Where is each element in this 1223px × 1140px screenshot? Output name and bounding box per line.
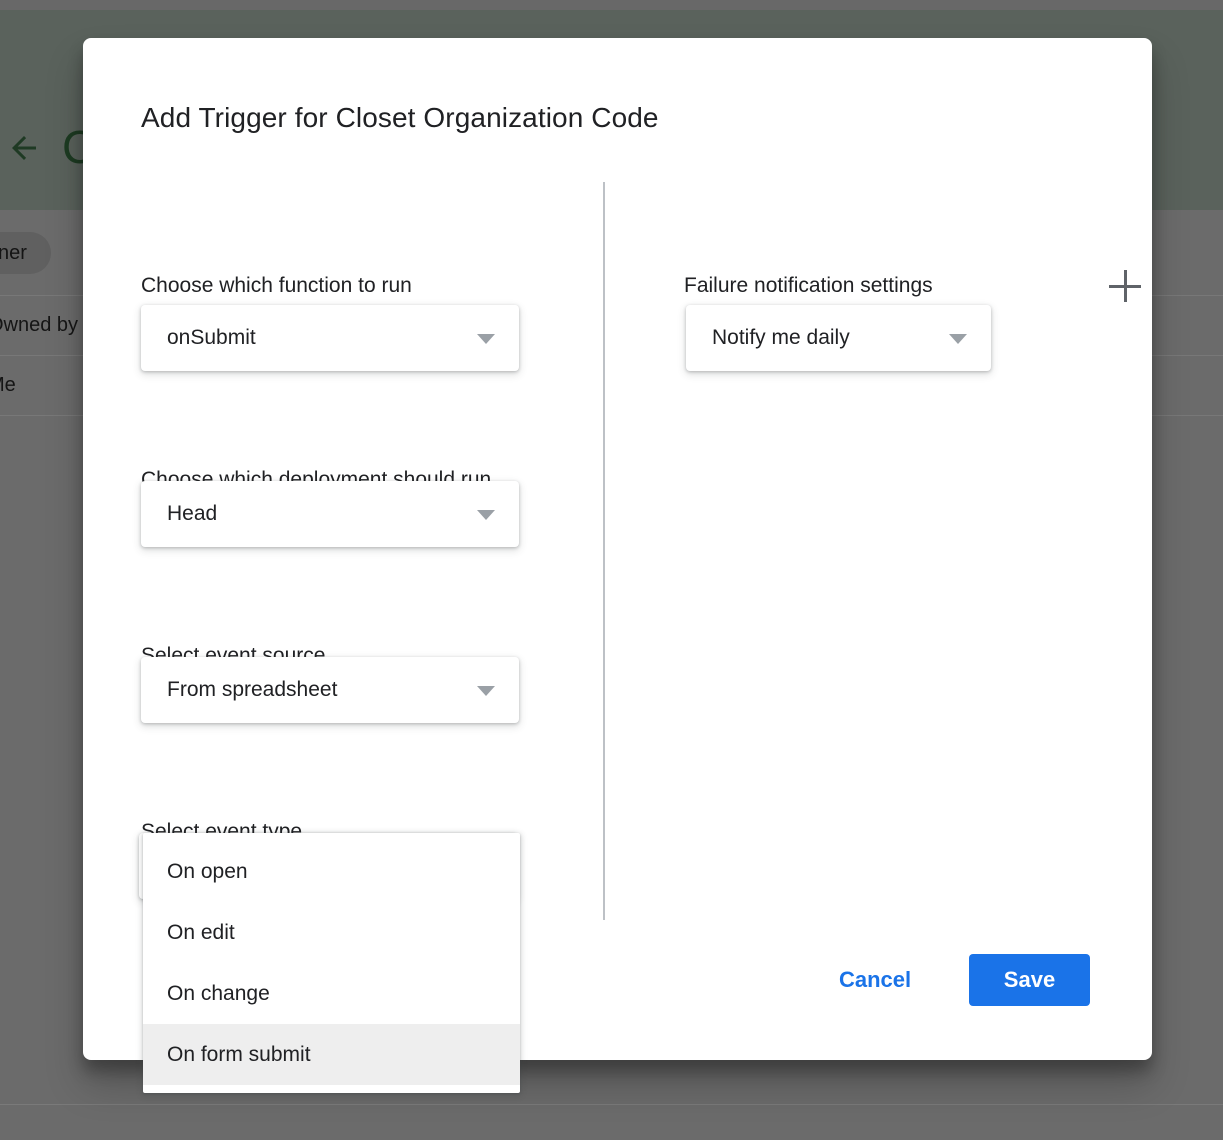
table-cell-me: Me xyxy=(0,374,16,396)
label-choose-function: Choose which function to run xyxy=(141,274,412,297)
plus-icon[interactable] xyxy=(1109,270,1143,304)
select-deployment[interactable]: Head xyxy=(141,481,519,547)
table-cell-owned-by: Owned by xyxy=(0,314,79,336)
select-event-source[interactable]: From spreadsheet xyxy=(141,657,519,723)
save-button[interactable]: Save xyxy=(969,954,1090,1006)
dialog-title: Add Trigger for Closet Organization Code xyxy=(141,102,659,133)
select-function-value: onSubmit xyxy=(167,326,256,349)
select-function[interactable]: onSubmit xyxy=(141,305,519,371)
cancel-button[interactable]: Cancel xyxy=(825,956,925,1004)
menu-item-on-form-submit[interactable]: On form submit xyxy=(143,1024,520,1085)
event-type-dropdown-menu: On open On edit On change On form submit xyxy=(143,833,520,1093)
owner-filter-chip[interactable]: Owner xyxy=(0,232,51,274)
chevron-down-icon xyxy=(477,686,495,696)
chevron-down-icon xyxy=(477,510,495,520)
menu-item-on-open[interactable]: On open xyxy=(143,841,520,902)
menu-item-on-edit[interactable]: On edit xyxy=(143,902,520,963)
backdrop-bottom-divider xyxy=(0,1104,1223,1105)
select-event-source-value: From spreadsheet xyxy=(167,678,338,701)
column-divider xyxy=(603,182,605,920)
add-trigger-dialog: Add Trigger for Closet Organization Code… xyxy=(83,38,1152,1093)
chevron-down-icon xyxy=(949,334,967,344)
label-failure-notification-settings: Failure notification settings xyxy=(684,274,933,297)
select-failure-notification[interactable]: Notify me daily xyxy=(686,305,991,371)
back-arrow-icon[interactable] xyxy=(6,130,42,166)
select-failure-notification-value: Notify me daily xyxy=(712,326,850,349)
chevron-down-icon xyxy=(477,334,495,344)
menu-item-on-change[interactable]: On change xyxy=(143,963,520,1024)
select-deployment-value: Head xyxy=(167,502,218,525)
backdrop-top-strip xyxy=(0,0,1223,10)
